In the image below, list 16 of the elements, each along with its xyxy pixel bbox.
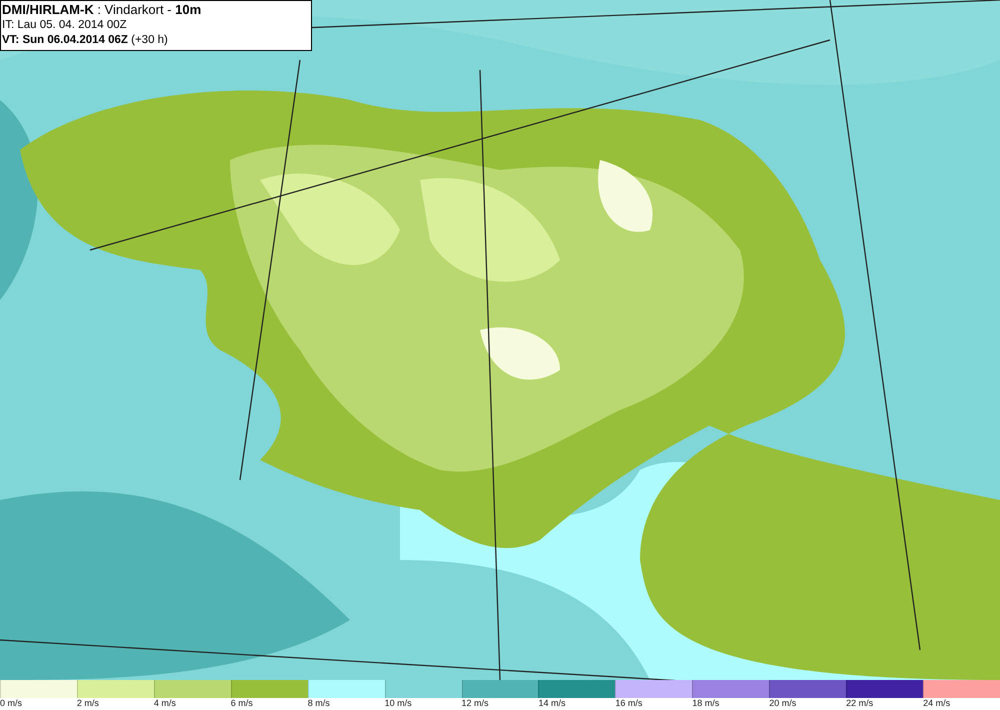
legend-label: 16 m/s xyxy=(615,698,642,709)
legend-label: 6 m/s xyxy=(230,698,253,709)
legend-label: 0 m/s xyxy=(0,698,22,709)
header-text: VT: Sun 06.04.2014 06Z (+30 h) xyxy=(2,33,169,48)
legend-label: 4 m/s xyxy=(154,698,176,709)
legend-label: 12 m/s xyxy=(462,698,489,709)
legend-label: 14 m/s xyxy=(538,698,566,709)
legend-label: 2 m/s xyxy=(76,698,99,709)
legend-label: 10 m/s xyxy=(384,698,412,709)
legend-label: 20 m/s xyxy=(769,698,796,709)
header-text: IT: Lau 05. 04. 2014 00Z xyxy=(2,18,128,33)
legend-label: 18 m/s xyxy=(692,698,720,709)
legend-label: 24 m/s xyxy=(923,698,950,709)
legend-label: 8 m/s xyxy=(308,698,330,709)
header-text: DMI/HIRLAM-K : Vindarkort - 10m xyxy=(2,2,202,18)
legend-label: 22 m/s xyxy=(846,698,874,709)
